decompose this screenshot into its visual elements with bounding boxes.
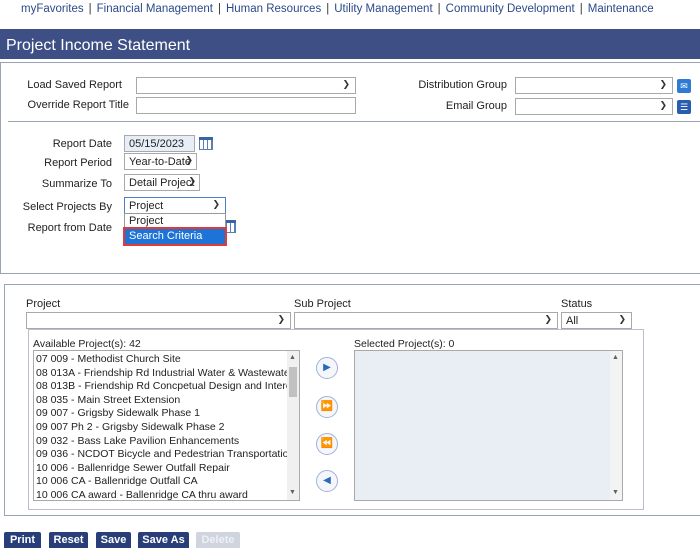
sub-project-filter-select[interactable]: ❯: [294, 312, 558, 329]
distribution-group-icon[interactable]: ✉: [677, 79, 691, 93]
chevron-down-icon: ❯: [277, 314, 285, 324]
dropdown-option-project[interactable]: Project: [125, 214, 225, 229]
chevron-down-icon: ❯: [185, 155, 193, 165]
calendar-icon[interactable]: [199, 137, 213, 150]
status-filter-label: Status: [561, 298, 593, 310]
save-as-button[interactable]: Save As: [138, 532, 189, 548]
nav-community-development[interactable]: Community Development: [446, 3, 575, 15]
load-saved-report-label: Load Saved Report: [27, 79, 122, 91]
page-title: Project Income Statement: [0, 29, 700, 59]
list-item[interactable]: 10 006 - Ballenridge Sewer Outfall Repai…: [34, 462, 287, 476]
nav-human-resources[interactable]: Human Resources: [226, 3, 321, 15]
dropdown-option-search-criteria[interactable]: Search Criteria: [123, 227, 227, 246]
report-period-value: Year-to-Date: [129, 156, 191, 168]
summarize-to-value: Detail Project: [129, 177, 195, 189]
nav-separator: |: [326, 3, 330, 15]
summarize-to-select[interactable]: Detail Project ❯: [124, 174, 200, 191]
status-filter-value: All: [566, 315, 579, 327]
distribution-group-label: Distribution Group: [418, 79, 507, 91]
nav-myfavorites[interactable]: myFavorites: [21, 3, 84, 15]
project-filter-select[interactable]: ❯: [26, 312, 291, 329]
scrollbar[interactable]: ▲ ▼: [287, 351, 299, 500]
scroll-down-arrow-icon[interactable]: ▼: [289, 489, 296, 496]
scroll-up-arrow-icon[interactable]: ▲: [289, 354, 296, 361]
selected-projects-label: Selected Project(s): 0: [354, 338, 455, 350]
remove-one-button[interactable]: ◀: [316, 470, 338, 492]
list-item[interactable]: 10 006 CA award - Ballenridge CA thru aw…: [34, 489, 287, 500]
chevron-down-icon: ❯: [659, 100, 667, 110]
selected-projects-list[interactable]: ▲ ▼: [354, 350, 623, 501]
load-saved-report-select[interactable]: ❯: [136, 77, 356, 94]
remove-all-button[interactable]: ⏪: [316, 433, 338, 455]
list-item[interactable]: 09 007 - Grigsby Sidewalk Phase 1: [34, 407, 287, 421]
report-date-label: Report Date: [52, 138, 112, 150]
sub-project-filter-label: Sub Project: [294, 298, 351, 310]
email-group-label: Email Group: [445, 100, 507, 112]
delete-button: Delete: [196, 532, 240, 548]
chevron-down-icon: ❯: [618, 314, 626, 324]
available-projects-label: Available Project(s): 42: [33, 338, 141, 350]
scrollbar[interactable]: ▲ ▼: [610, 351, 622, 500]
nav-utility-management[interactable]: Utility Management: [334, 3, 432, 15]
move-all-button[interactable]: ⏩: [316, 396, 338, 418]
nav-separator: |: [579, 3, 583, 15]
chevron-down-icon: ❯: [544, 314, 552, 324]
override-report-title-input[interactable]: [136, 97, 356, 114]
scroll-up-arrow-icon[interactable]: ▲: [612, 354, 619, 361]
print-button[interactable]: Print: [4, 532, 41, 548]
override-report-title-label: Override Report Title: [27, 99, 129, 111]
report-date-input[interactable]: 05/15/2023: [124, 135, 195, 152]
scroll-down-arrow-icon[interactable]: ▼: [612, 489, 619, 496]
save-button[interactable]: Save: [96, 532, 131, 548]
list-item[interactable]: 09 007 Ph 2 - Grigsby Sidewalk Phase 2: [34, 421, 287, 435]
move-one-button[interactable]: ▶: [316, 357, 338, 379]
summarize-to-label: Summarize To: [41, 178, 112, 190]
list-item[interactable]: 10 006 CA - Ballenridge Outfall CA: [34, 475, 287, 489]
list-item[interactable]: 07 009 - Methodist Church Site: [34, 353, 287, 367]
nav-maintenance[interactable]: Maintenance: [588, 3, 654, 15]
list-item[interactable]: 08 013B - Friendship Rd Concpetual Desig…: [34, 380, 299, 394]
report-period-label: Report Period: [44, 157, 112, 169]
scrollbar-thumb[interactable]: [289, 367, 297, 397]
select-projects-by-dropdown: Project Search Criteria: [123, 213, 227, 246]
project-filter-label: Project: [26, 298, 61, 310]
chevron-down-icon: ❯: [342, 79, 350, 89]
chevron-down-icon: ❯: [212, 199, 220, 209]
top-nav: myFavorites | Financial Management | Human R…: [0, 0, 700, 20]
list-item[interactable]: 09 032 - Bass Lake Pavilion Enhancements: [34, 435, 287, 449]
list-item[interactable]: 09 036 - NCDOT Bicycle and Pedestrian Tr…: [34, 448, 299, 462]
select-projects-by-label: Select Projects By: [22, 201, 112, 213]
nav-separator: |: [217, 3, 221, 15]
select-projects-by-value: Project: [129, 200, 164, 212]
nav-separator: |: [437, 3, 441, 15]
select-projects-by-select[interactable]: Project ❯: [124, 197, 226, 214]
chevron-down-icon: ❯: [188, 176, 196, 186]
nav-financial-management[interactable]: Financial Management: [97, 3, 213, 15]
report-from-date-label: Report from Date: [27, 222, 112, 234]
distribution-group-select[interactable]: ❯: [515, 77, 673, 94]
list-item[interactable]: 08 035 - Main Street Extension: [34, 394, 287, 408]
status-filter-select[interactable]: All ❯: [561, 312, 632, 329]
report-period-select[interactable]: Year-to-Date ❯: [124, 153, 197, 170]
nav-separator: |: [88, 3, 92, 15]
list-item[interactable]: 08 013A - Friendship Rd Industrial Water…: [34, 367, 299, 381]
reset-button[interactable]: Reset: [49, 532, 88, 548]
address-book-icon[interactable]: ☰: [677, 100, 691, 114]
available-projects-list[interactable]: 07 009 - Methodist Church Site 08 013A -…: [33, 350, 300, 501]
chevron-down-icon: ❯: [659, 79, 667, 89]
report-date-value: 05/15/2023: [129, 138, 185, 150]
email-group-select[interactable]: ❯: [515, 98, 673, 115]
section-divider: [8, 121, 700, 122]
